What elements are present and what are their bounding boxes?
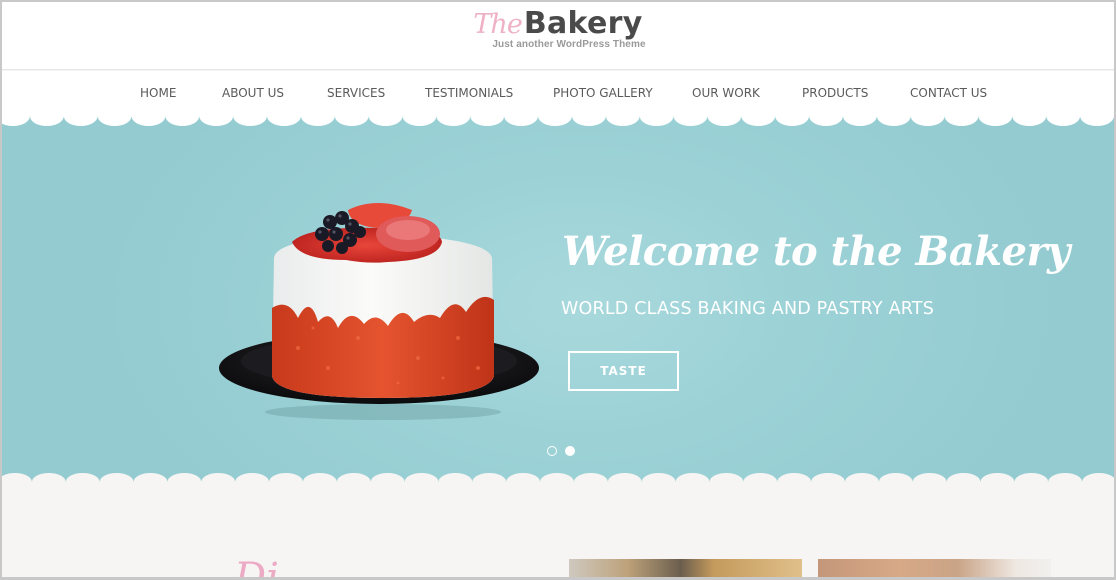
slider-dot-1[interactable] bbox=[547, 446, 557, 456]
hero-title: Welcome to the Bakery bbox=[562, 228, 1070, 275]
hero-subtitle: WORLD CLASS BAKING AND PASTRY ARTS bbox=[561, 299, 935, 319]
site-header: The Bakery Just another WordPress Theme bbox=[2, 2, 1114, 70]
section-heading: Di bbox=[234, 555, 279, 580]
taste-button[interactable]: TASTE bbox=[568, 351, 679, 391]
nav-item-testimonials[interactable]: TESTIMONIALS bbox=[425, 86, 513, 100]
nav-item-services[interactable]: SERVICES bbox=[327, 86, 385, 100]
scallop-border-top bbox=[2, 114, 1114, 128]
cake-image bbox=[219, 203, 539, 420]
nav-item-about-us[interactable]: ABOUT US bbox=[222, 86, 284, 100]
gallery-thumbnail-1[interactable] bbox=[569, 559, 802, 577]
site-logo[interactable]: The Bakery Just another WordPress Theme bbox=[2, 6, 1114, 50]
slider-dot-2-active[interactable] bbox=[565, 446, 575, 456]
logo-prefix: The bbox=[473, 9, 522, 40]
nav-item-our-work[interactable]: OUR WORK bbox=[692, 86, 760, 100]
gallery-thumbnail-2[interactable] bbox=[818, 559, 1051, 577]
slider-pagination bbox=[547, 446, 575, 456]
site-tagline: Just another WordPress Theme bbox=[492, 39, 646, 50]
logo-name: Bakery bbox=[523, 6, 643, 41]
nav-item-contact-us[interactable]: CONTACT US bbox=[910, 86, 987, 100]
browser-frame: The Bakery Just another WordPress Theme … bbox=[0, 0, 1116, 580]
hero-slider bbox=[2, 114, 1114, 486]
scallop-border-bottom bbox=[2, 472, 1114, 488]
main-nav: HOME ABOUT US SERVICES TESTIMONIALS PHOT… bbox=[2, 71, 1114, 119]
nav-item-home[interactable]: HOME bbox=[140, 86, 176, 100]
nav-item-photo-gallery[interactable]: PHOTO GALLERY bbox=[553, 86, 653, 100]
nav-item-products[interactable]: PRODUCTS bbox=[802, 86, 868, 100]
